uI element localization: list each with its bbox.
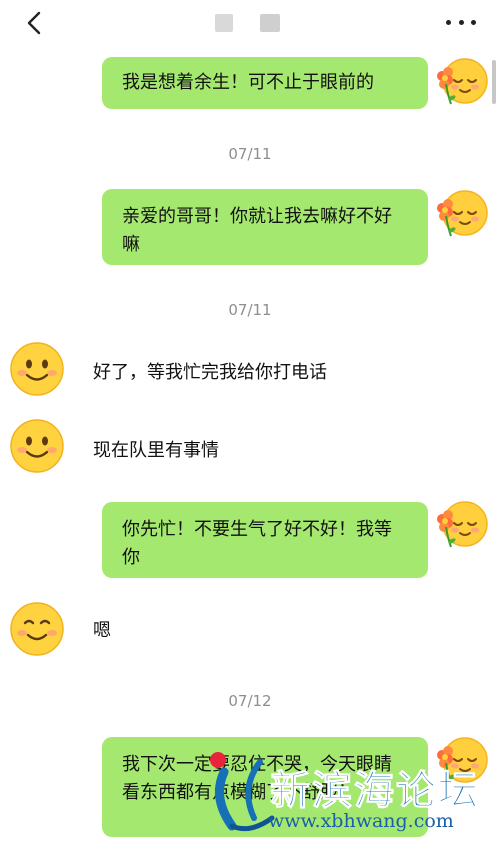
avatar-contact[interactable] [8, 340, 66, 398]
message-bubble-outgoing[interactable]: 我是想着余生！可不止于眼前的 [102, 57, 428, 109]
avatar-self[interactable] [434, 497, 492, 555]
avatar-self[interactable] [434, 186, 492, 244]
watermark-title: 新滨海论坛 [270, 768, 480, 815]
ellipsis-icon[interactable] [446, 14, 476, 30]
avatar-contact[interactable] [8, 417, 66, 475]
message-bubble-outgoing[interactable]: 你先忙！不要生气了好不好！我等你 [102, 502, 428, 578]
watermark-url: www.xbhwang.com [268, 810, 454, 832]
message-text-incoming[interactable]: 现在队里有事情 [93, 437, 219, 465]
chevron-left-icon[interactable] [22, 10, 48, 36]
message-text-incoming[interactable]: 好了，等我忙完我给你打电话 [93, 359, 327, 387]
message-text: 你先忙！不要生气了好不好！我等你 [122, 519, 392, 568]
timestamp: 07/11 [228, 301, 272, 319]
chat-header [0, 0, 500, 46]
timestamp: 07/11 [228, 145, 272, 163]
message-text: 亲爱的哥哥！你就让我去嘛好不好嘛 [122, 206, 392, 255]
avatar-contact[interactable] [8, 600, 66, 658]
scrollbar[interactable] [492, 60, 496, 104]
site-watermark: 新滨海论坛 www.xbhwang.com [210, 748, 500, 848]
message-text: 我是想着余生！可不止于眼前的 [122, 72, 374, 93]
chat-title-redacted [205, 12, 295, 34]
message-bubble-outgoing[interactable]: 亲爱的哥哥！你就让我去嘛好不好嘛 [102, 189, 428, 265]
avatar-self[interactable] [434, 54, 492, 112]
message-text-incoming[interactable]: 嗯 [93, 617, 111, 645]
timestamp: 07/12 [228, 692, 272, 710]
